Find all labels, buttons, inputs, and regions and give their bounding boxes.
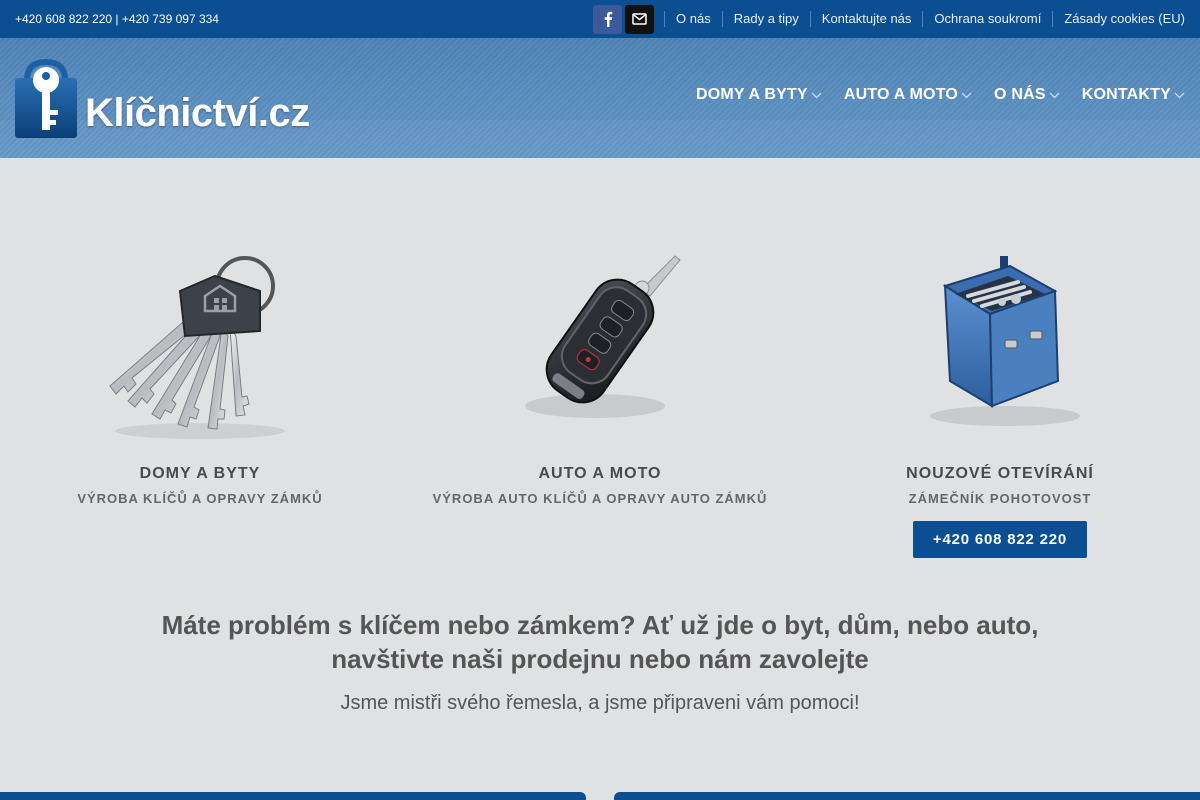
top-link-kontaktujte-nas[interactable]: Kontaktujte nás <box>809 11 923 27</box>
facebook-button[interactable] <box>593 4 623 34</box>
call-emergency-button[interactable]: +420 608 822 220 <box>912 521 1088 558</box>
site-header: Klíčnictví.cz DOMY A BYTY AUTO A MOTO O … <box>0 38 1200 158</box>
key-lock-logo-icon <box>15 58 77 138</box>
contact-phones: +420 608 822 220 | +420 739 097 334 <box>15 12 219 26</box>
nav-item-auto-a-moto[interactable]: AUTO A MOTO <box>844 86 972 104</box>
top-link-o-nas[interactable]: O nás <box>664 11 722 27</box>
top-link-rady-a-tipy[interactable]: Rady a tipy <box>721 11 810 27</box>
nav-label: O NÁS <box>994 86 1046 103</box>
top-links: O nás Rady a tipy Kontaktujte nás Ochran… <box>664 11 1185 27</box>
feature-image[interactable] <box>400 228 800 453</box>
feature-subtitle: ZÁMEČNÍK POHOTOVOST <box>908 491 1092 506</box>
top-bar: +420 608 822 220 | +420 739 097 334 O ná… <box>0 0 1200 38</box>
feature-image[interactable] <box>800 228 1200 453</box>
bottom-band-right <box>614 792 1200 800</box>
nav-label: DOMY A BYTY <box>695 86 808 103</box>
facebook-icon <box>604 11 612 27</box>
feature-title[interactable]: DOMY A BYTY <box>0 465 400 483</box>
headline-line-1: Máte problém s klíčem nebo zámkem? Ať už… <box>161 610 1039 640</box>
chevron-down-icon <box>1174 92 1185 99</box>
page-headline: Máte problém s klíčem nebo zámkem? Ať už… <box>0 608 1200 676</box>
chevron-down-icon <box>811 92 822 99</box>
mail-icon <box>632 13 647 25</box>
feature-title[interactable]: NOUZOVÉ OTEVÍRÁNÍ <box>800 465 1200 483</box>
feature-domy-a-byty: DOMY A BYTY VÝROBA KLÍČŮ A OPRAVY ZÁMKŮ <box>0 228 400 506</box>
nav-item-domy-a-byty[interactable]: DOMY A BYTY <box>696 86 822 104</box>
page-subheadline: Jsme mistři svého řemesla, a jsme připra… <box>340 692 860 714</box>
top-link-zasady-cookies[interactable]: Zásady cookies (EU) <box>1052 11 1185 27</box>
nav-label: KONTAKTY <box>1081 86 1171 103</box>
feature-auto-a-moto: AUTO A MOTO VÝROBA AUTO KLÍČŮ A OPRAVY A… <box>400 228 800 506</box>
chevron-down-icon <box>1049 92 1060 99</box>
main-navigation: DOMY A BYTY AUTO A MOTO O NÁS KONTAKTY <box>674 86 1185 104</box>
house-keys-icon <box>109 255 285 439</box>
top-link-ochrana-soukromi[interactable]: Ochrana soukromí <box>922 11 1052 27</box>
email-button[interactable] <box>625 4 655 34</box>
logo-text: Klíčnictví.cz <box>85 91 310 135</box>
feature-subtitle: VÝROBA KLÍČŮ A OPRAVY ZÁMKŮ <box>77 491 323 506</box>
site-logo[interactable]: Klíčnictví.cz <box>15 58 310 138</box>
top-bar-right: O nás Rady a tipy Kontaktujte nás Ochran… <box>593 0 1185 38</box>
bottom-band-left <box>0 792 586 800</box>
feature-subtitle: VÝROBA AUTO KLÍČŮ A OPRAVY AUTO ZÁMKŮ <box>432 491 768 506</box>
feature-nouzove-otevirani: NOUZOVÉ OTEVÍRÁNÍ ZÁMEČNÍK POHOTOVOST +4… <box>800 228 1200 558</box>
toolbox-icon <box>930 255 1080 426</box>
chevron-down-icon <box>961 92 972 99</box>
feature-image[interactable] <box>0 228 400 453</box>
nav-label: AUTO A MOTO <box>843 86 959 103</box>
nav-item-o-nas[interactable]: O NÁS <box>994 86 1060 104</box>
nav-item-kontakty[interactable]: KONTAKTY <box>1082 86 1185 104</box>
feature-title[interactable]: AUTO A MOTO <box>400 465 800 483</box>
headline-line-2: navštivte naši prodejnu nebo nám zavolej… <box>331 644 869 674</box>
car-key-icon <box>525 254 681 418</box>
